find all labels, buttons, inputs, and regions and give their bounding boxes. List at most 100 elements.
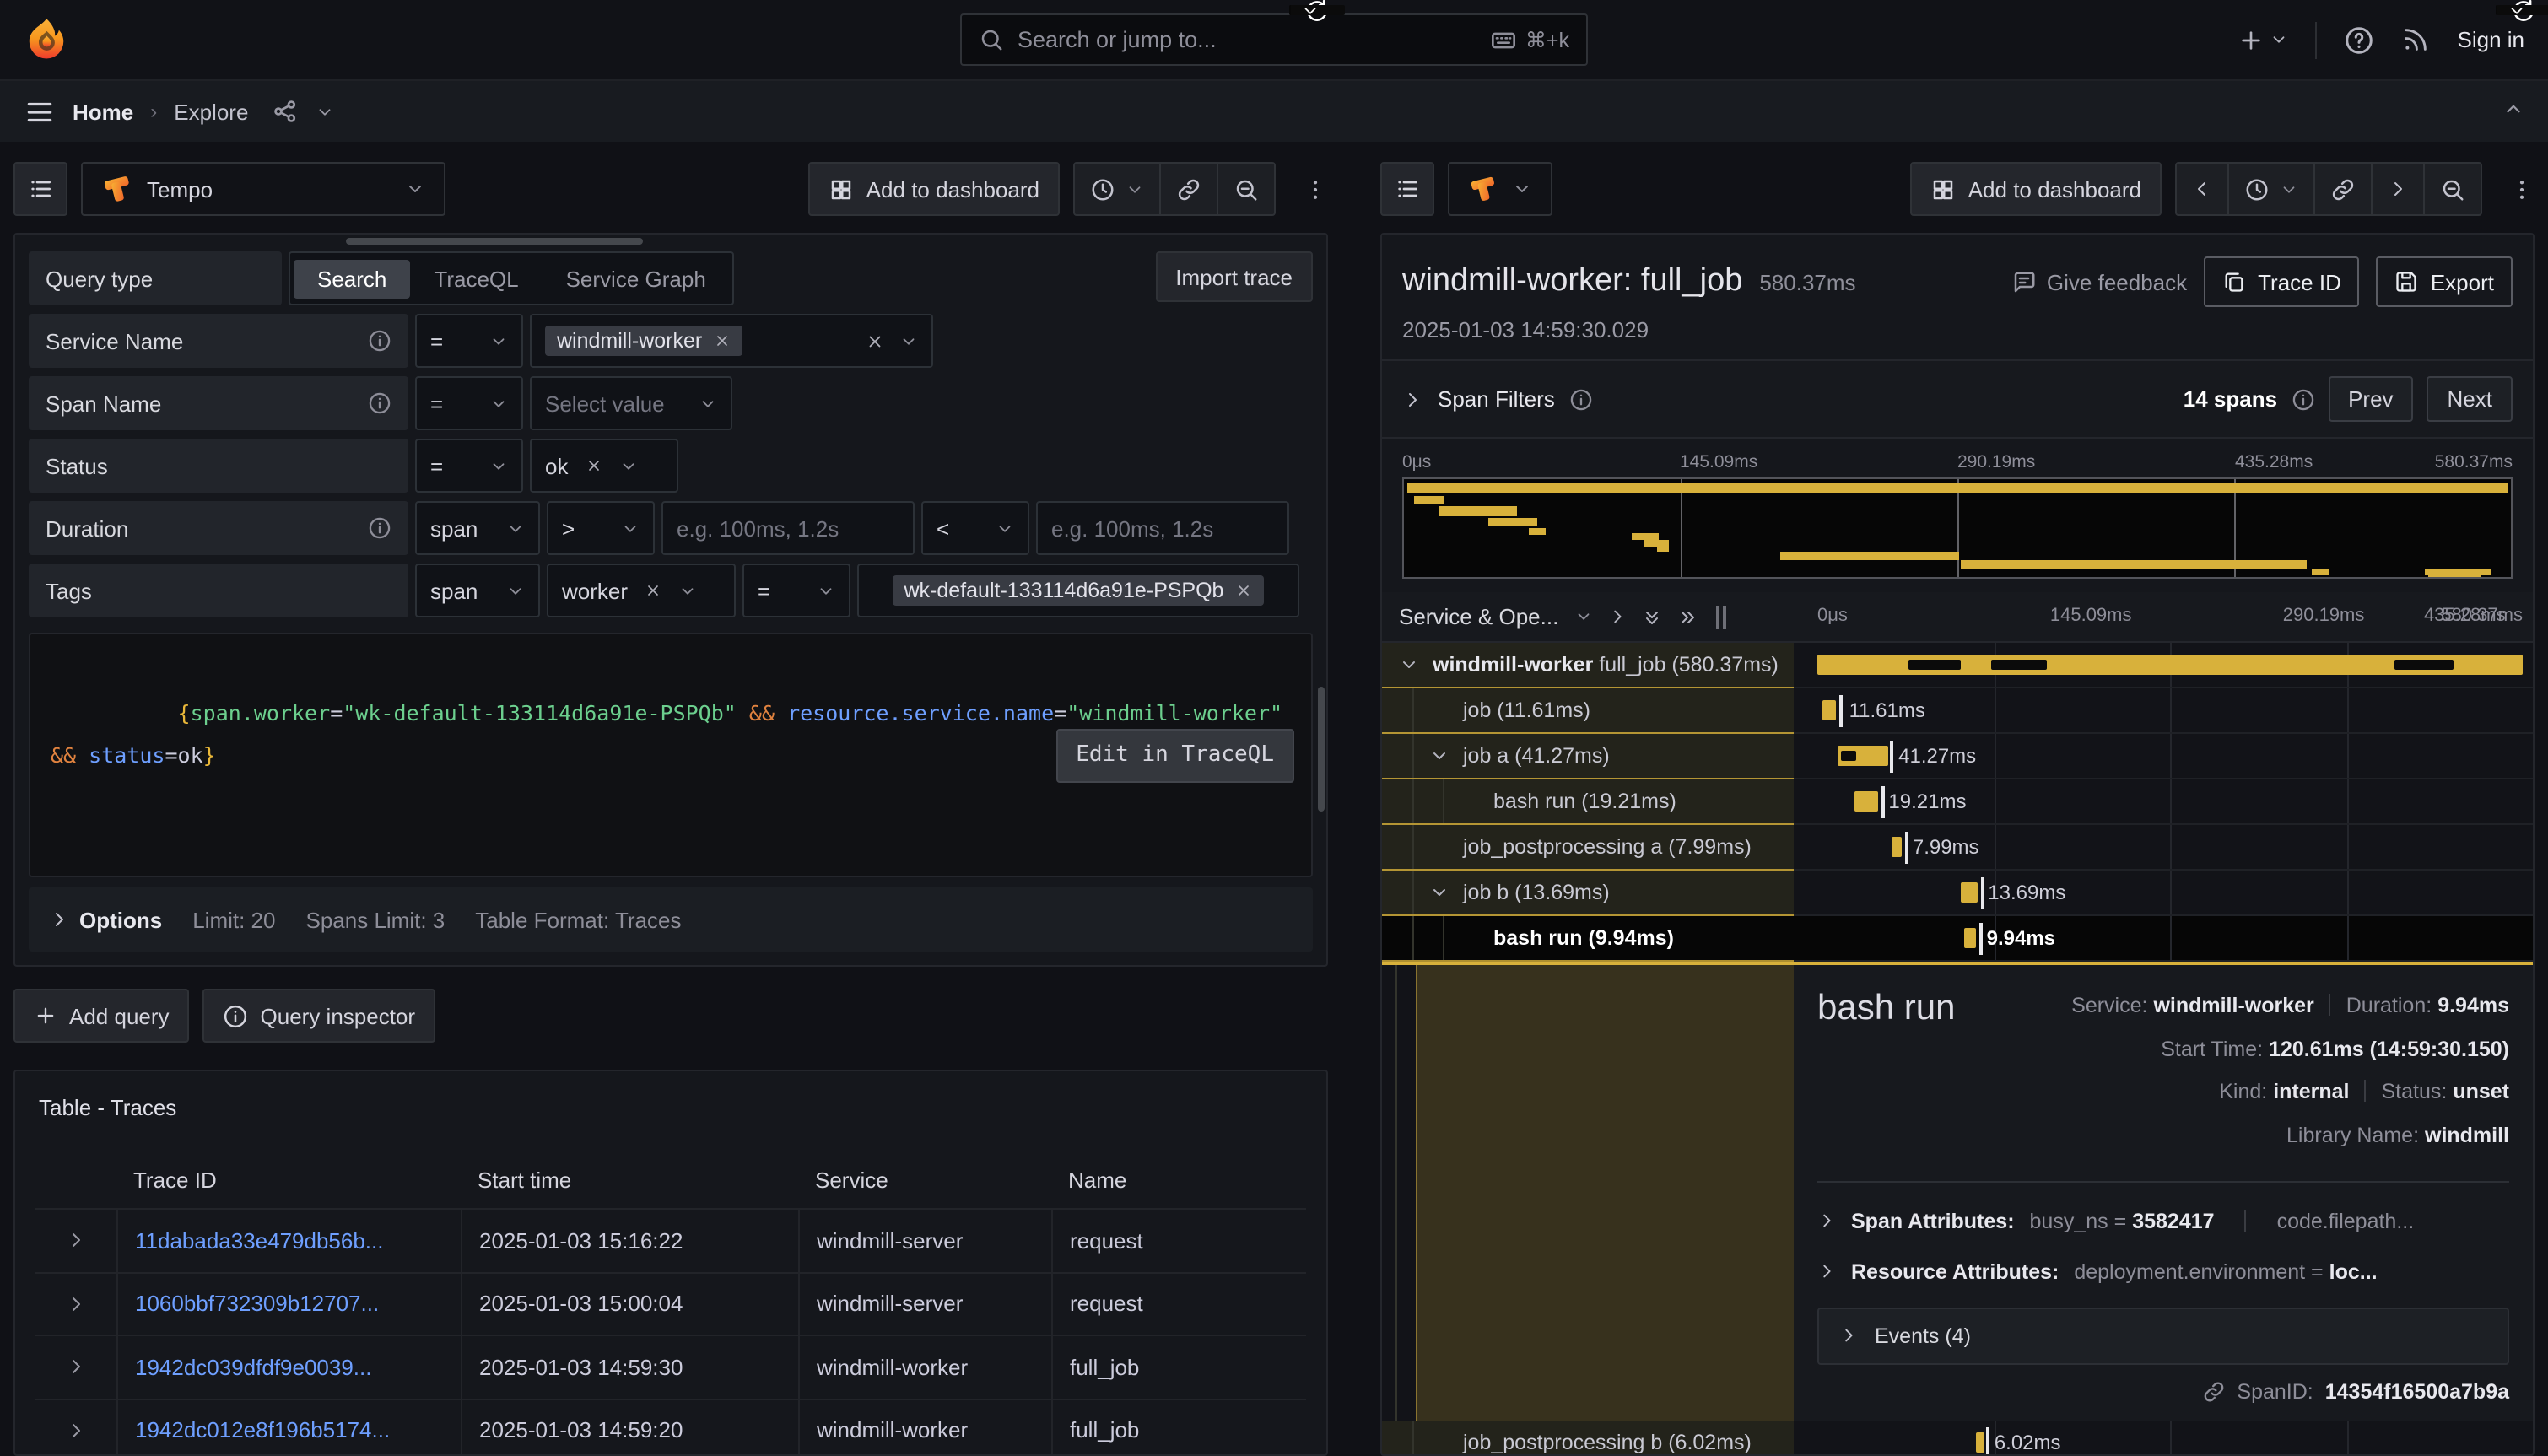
search-input[interactable]: Search or jump to... ⌘+k	[960, 13, 1588, 66]
query-type-tab[interactable]: TraceQL	[410, 259, 542, 298]
add-query-button[interactable]: Add query	[13, 989, 190, 1043]
span-name-cell[interactable]: windmill-worker full_job (580.37ms)	[1382, 643, 1794, 688]
horizontal-scrollbar[interactable]	[346, 238, 643, 245]
clear-icon[interactable]	[866, 332, 884, 350]
row-expander[interactable]	[35, 1210, 116, 1271]
resource-attributes-section[interactable]: Resource Attributes: deployment.environm…	[1817, 1246, 2509, 1297]
service-name-value[interactable]: windmill-worker	[530, 314, 933, 368]
tag-operator[interactable]: =	[742, 564, 850, 617]
breadcrumb-explore[interactable]: Explore	[174, 99, 248, 124]
trace-minimap[interactable]: 0μs 145.09ms 290.19ms 435.28ms 580.37ms	[1395, 439, 2519, 592]
tag-key[interactable]: worker	[547, 564, 736, 617]
span-bar[interactable]	[1854, 791, 1878, 812]
mega-menu-button[interactable]	[24, 95, 56, 127]
table-row[interactable]: 1942dc039dfdf9e0039... 2025-01-03 14:59:…	[35, 1335, 1306, 1398]
span-name-cell[interactable]: job_postprocessing a (7.99ms)	[1382, 825, 1794, 871]
span-timeline-cell[interactable]: 13.69ms 13.69ms	[1794, 871, 2533, 916]
col-service[interactable]: Service	[798, 1151, 1051, 1208]
copy-trace-id-button[interactable]: Trace ID	[2204, 256, 2360, 307]
value-chip[interactable]: windmill-worker	[545, 326, 742, 356]
trace-id-link[interactable]: 1942dc039dfdf9e0039...	[116, 1336, 461, 1398]
duration-min-input[interactable]: e.g. 100ms, 1.2s	[661, 501, 915, 555]
table-row[interactable]: 11dabada33e479db56b... 2025-01-03 15:16:…	[35, 1208, 1306, 1271]
prev-button[interactable]: Prev	[2328, 376, 2413, 422]
export-button[interactable]: Export	[2377, 256, 2513, 307]
sign-in-button[interactable]: Sign in	[2458, 27, 2525, 52]
span-timeline-cell[interactable]: 7.99ms 7.99ms	[1794, 825, 2533, 871]
span-name-cell[interactable]: job (11.61ms)	[1382, 688, 1794, 734]
span-row[interactable]: job b (13.69ms) 13.69ms 13.69ms	[1382, 871, 2533, 916]
span-attributes-section[interactable]: Span Attributes: busy_ns = 3582417 code.…	[1817, 1195, 2509, 1246]
grafana-logo-icon[interactable]	[24, 17, 69, 62]
span-row[interactable]: job (11.61ms) 11.61ms 11.61ms	[1382, 688, 2533, 734]
table-row[interactable]: 1060bbf732309b12707... 2025-01-03 15:00:…	[35, 1271, 1306, 1335]
new-menu-button[interactable]	[2238, 26, 2289, 53]
span-timeline-cell[interactable]: 41.27ms 41.27ms	[1794, 734, 2533, 779]
pane-actions-kebab[interactable]	[1303, 176, 1328, 202]
double-chevron-down-icon[interactable]	[1641, 607, 1661, 627]
span-timeline-cell[interactable]: 9.94ms 9.94ms	[1794, 916, 2533, 962]
chevron-down-icon[interactable]	[316, 102, 334, 121]
remove-icon[interactable]	[585, 457, 602, 474]
query-inspector-button[interactable]: Query inspector	[203, 989, 436, 1043]
span-bar[interactable]	[1838, 746, 1887, 766]
query-history-button[interactable]	[1380, 162, 1434, 216]
collapse-pane-icon[interactable]	[2502, 98, 2524, 125]
chevron-right-icon[interactable]	[1607, 607, 1626, 626]
span-name-cell[interactable]: bash run (9.94ms)	[1382, 916, 1794, 962]
col-trace-id[interactable]: Trace ID	[116, 1151, 461, 1208]
collapse-span-icon[interactable]	[1399, 655, 1419, 675]
service-name-operator[interactable]: =	[415, 314, 523, 368]
remove-chip-icon[interactable]	[1235, 582, 1252, 599]
move-left-button[interactable]	[2177, 164, 2229, 214]
vertical-scrollbar[interactable]	[1318, 687, 1325, 812]
span-bar[interactable]	[1976, 1432, 1984, 1453]
zoom-out-button[interactable]	[2425, 164, 2481, 214]
news-rss-button[interactable]	[2402, 25, 2431, 54]
span-name-cell[interactable]: job b (13.69ms)	[1382, 871, 1794, 916]
give-feedback-link[interactable]: Give feedback	[2011, 269, 2187, 294]
span-bar[interactable]	[1892, 837, 1903, 857]
tag-value[interactable]: wk-default-133114d6a91e-PSPQb	[857, 564, 1299, 617]
duration-max-input[interactable]: e.g. 100ms, 1.2s	[1036, 501, 1289, 555]
add-to-dashboard-button[interactable]: Add to dashboard	[1911, 162, 2162, 216]
span-name-cell[interactable]: bash run (19.21ms)	[1382, 779, 1794, 825]
tag-scope[interactable]: span	[415, 564, 540, 617]
import-trace-button[interactable]: Import trace	[1155, 251, 1313, 302]
collapse-span-icon[interactable]	[1429, 746, 1449, 766]
service-operation-column-header[interactable]: Service & Ope...	[1399, 604, 1558, 629]
breadcrumb-home[interactable]: Home	[73, 99, 133, 124]
help-button[interactable]	[2345, 24, 2375, 55]
span-row[interactable]: job a (41.27ms) 41.27ms 41.27ms	[1382, 734, 2533, 779]
status-value[interactable]: ok	[530, 439, 678, 493]
span-row[interactable]: bash run (19.21ms) 19.21ms 19.21ms	[1382, 779, 2533, 825]
next-button[interactable]: Next	[2427, 376, 2513, 422]
span-timeline-cell[interactable]: 19.21ms 19.21ms	[1794, 779, 2533, 825]
move-right-button[interactable]	[2373, 164, 2425, 214]
double-chevron-right-icon[interactable]	[1676, 607, 1697, 627]
chevron-down-icon[interactable]	[1574, 607, 1592, 626]
trace-id-link[interactable]: 11dabada33e479db56b...	[116, 1210, 461, 1271]
row-expander[interactable]	[35, 1399, 116, 1456]
span-name-cell[interactable]: job_postprocessing b (6.02ms)	[1382, 1421, 1794, 1456]
time-picker-button[interactable]	[1075, 164, 1161, 214]
add-to-dashboard-button[interactable]: Add to dashboard	[809, 162, 1060, 216]
edit-in-traceql-button[interactable]: Edit in TraceQL	[1055, 728, 1294, 782]
span-row[interactable]: bash run (9.94ms) 9.94ms 9.94ms	[1382, 916, 2533, 962]
value-chip[interactable]: wk-default-133114d6a91e-PSPQb	[893, 575, 1265, 606]
span-filters-label[interactable]: Span Filters	[1438, 386, 1555, 412]
query-type-tab[interactable]: Service Graph	[543, 259, 730, 298]
link-split-button[interactable]	[2315, 164, 2373, 214]
chevron-right-icon[interactable]	[1402, 389, 1422, 409]
span-row[interactable]: job_postprocessing a (7.99ms) 7.99ms 7.9	[1382, 825, 2533, 871]
span-row[interactable]: job_postprocessing b (6.02ms) 6.02ms 6.0	[1382, 1421, 2533, 1456]
link-split-button[interactable]	[1161, 164, 1218, 214]
span-bar[interactable]	[1964, 928, 1976, 948]
col-start-time[interactable]: Start time	[461, 1151, 798, 1208]
trace-id-link[interactable]: 1942dc012e8f196b5174...	[116, 1399, 461, 1456]
span-name-operator[interactable]: =	[415, 376, 523, 430]
link-icon[interactable]	[2201, 1380, 2225, 1404]
query-history-button[interactable]	[13, 162, 67, 216]
datasource-picker[interactable]: Tempo	[81, 162, 445, 216]
span-timeline-cell[interactable]	[1794, 643, 2533, 688]
